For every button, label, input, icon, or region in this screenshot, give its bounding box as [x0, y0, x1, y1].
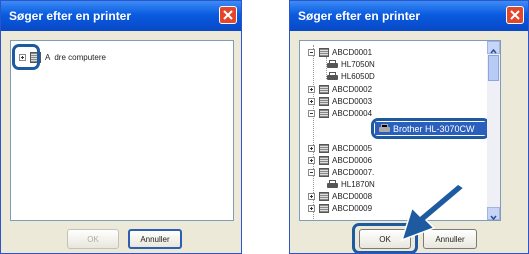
- ok-button[interactable]: OK: [67, 229, 119, 249]
- computer-icon: [319, 84, 329, 94]
- tree-item-label: HL1870N: [341, 179, 375, 189]
- pointer-arrow-icon: [400, 184, 466, 242]
- network-tree[interactable]: A dre computere: [10, 40, 234, 221]
- tree-item-label: ABCD0006: [332, 155, 373, 165]
- tree-item-computer[interactable]: ABCD0005: [308, 142, 372, 154]
- title-bar[interactable]: Søger efter en printer: [290, 1, 528, 31]
- tree-item-label: HL7050N: [341, 59, 375, 69]
- vertical-scrollbar[interactable]: [487, 41, 500, 220]
- expand-icon[interactable]: [308, 192, 315, 200]
- tree-item-label: ABCD0005: [332, 143, 373, 153]
- tree-item-computer[interactable]: ABCD0002: [308, 83, 372, 95]
- collapse-icon[interactable]: [308, 168, 315, 176]
- tree-item-computer[interactable]: ABCD0003: [308, 95, 372, 107]
- printer-icon: [327, 179, 338, 189]
- expand-icon[interactable]: [308, 204, 315, 212]
- expand-icon[interactable]: [308, 97, 315, 105]
- tree-item-printer[interactable]: HL6050D: [327, 70, 375, 82]
- printer-icon: [327, 71, 338, 81]
- printer-icon: [327, 59, 338, 69]
- close-icon: [510, 10, 520, 20]
- tree-item-computer[interactable]: ABCD0007.: [308, 166, 374, 178]
- tree-item-computer[interactable]: ABCD0006: [308, 154, 372, 166]
- dialog-title: Søger efter en printer: [9, 9, 132, 23]
- tree-item-label: HL6050D: [341, 71, 375, 81]
- computer-icon: [319, 155, 329, 165]
- chevron-down-icon: [490, 215, 497, 220]
- tree-item-computer[interactable]: ABCD0004: [308, 107, 372, 119]
- tree-item-printer[interactable]: HL1870N: [327, 178, 375, 190]
- computer-icon: [319, 96, 329, 106]
- close-button[interactable]: [506, 6, 524, 24]
- highlight-ring: [12, 44, 40, 70]
- title-bar[interactable]: Søger efter en printer: [1, 1, 241, 31]
- computer-icon: [319, 143, 329, 153]
- tree-item-label: dre computere: [54, 52, 106, 62]
- scroll-up-button[interactable]: [487, 41, 500, 54]
- tree-item-computer[interactable]: ABCD0009: [308, 202, 372, 214]
- computer-icon: [319, 167, 329, 177]
- collapse-icon[interactable]: [308, 109, 315, 117]
- tree-item-label: ABCD0008: [332, 191, 373, 201]
- tree-item-label: ABCD0004: [332, 108, 373, 118]
- scroll-thumb[interactable]: [488, 55, 499, 81]
- tree-item-computer[interactable]: ABCD0008: [308, 190, 372, 202]
- close-icon: [223, 10, 233, 20]
- dialog-title: Søger efter en printer: [298, 9, 421, 23]
- computer-icon: [319, 203, 329, 213]
- computer-icon: [319, 191, 329, 201]
- tree-item-label: ABCD0001: [332, 47, 373, 57]
- search-printer-dialog-left: Søger efter en printer A dre computere O…: [0, 0, 242, 254]
- expand-icon[interactable]: [308, 156, 315, 164]
- cancel-button[interactable]: Annuller: [128, 229, 182, 249]
- tree-item-label: ABCD0002: [332, 84, 373, 94]
- computer-icon: [319, 108, 329, 118]
- tree-item-computer[interactable]: ABCD0001: [308, 46, 372, 58]
- tree-item-label: ABCD0009: [332, 203, 373, 213]
- tree-item-prefix: A: [45, 52, 51, 62]
- tree-item-printer[interactable]: HL7050N: [327, 58, 375, 70]
- scroll-down-button[interactable]: [487, 207, 500, 220]
- collapse-icon[interactable]: [308, 48, 315, 56]
- tree-item-label: ABCD0007.: [332, 167, 375, 177]
- close-button[interactable]: [219, 6, 237, 24]
- expand-icon[interactable]: [308, 144, 315, 152]
- tree-item-label: ABCD0003: [332, 96, 373, 106]
- expand-icon[interactable]: [308, 85, 315, 93]
- highlight-ring: [371, 118, 490, 139]
- computer-icon: [319, 47, 329, 57]
